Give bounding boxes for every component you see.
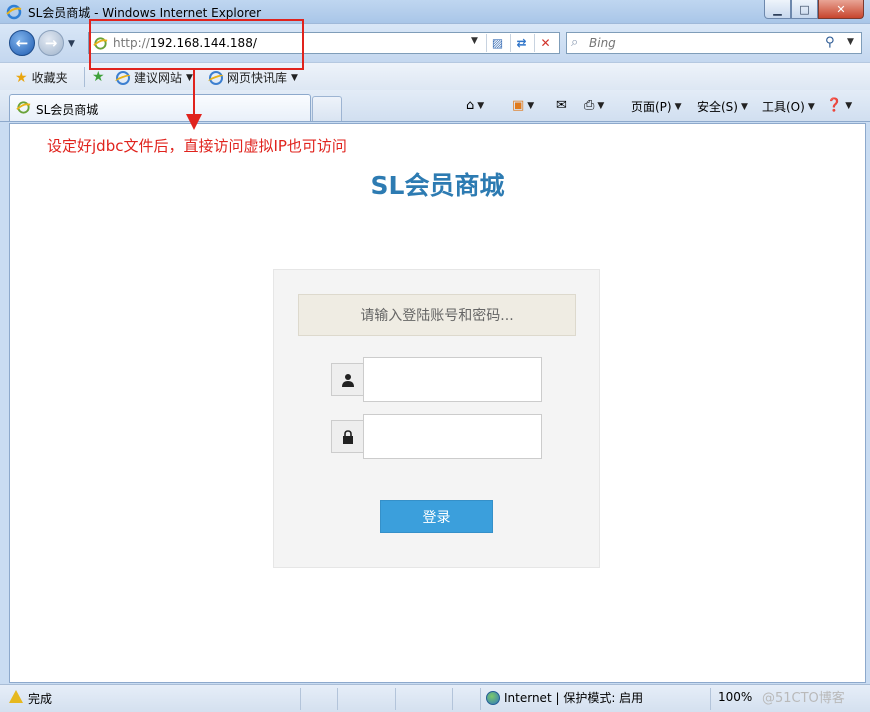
mail-icon: ✉ (556, 98, 567, 113)
favorite-item-suggested-sites[interactable]: 建议网站 ▼ (116, 69, 193, 86)
read-mail-button[interactable]: ✉ (556, 98, 567, 113)
password-row (331, 414, 543, 459)
divider (84, 67, 85, 87)
maximize-icon: □ (799, 2, 810, 16)
status-text: 完成 (28, 692, 53, 706)
user-icon (331, 363, 364, 396)
status-bar: 完成 Internet | 保护模式: 启用 100% @51CTO博客 (0, 684, 870, 712)
search-icon[interactable]: ⚲ (825, 35, 835, 50)
divider (710, 688, 711, 710)
ie-page-icon (209, 70, 223, 85)
forward-icon: → (44, 34, 58, 52)
favorites-button[interactable]: ★ 收藏夹 (15, 69, 68, 86)
chevron-down-icon: ▼ (186, 72, 193, 83)
password-input[interactable] (363, 414, 542, 459)
refresh-icon: ⇄ (516, 36, 527, 50)
zoom-level[interactable]: 100% (718, 690, 752, 704)
rss-icon: ▣ (512, 98, 525, 113)
stop-button[interactable]: ✕ (534, 34, 556, 52)
search-provider-icon: ⌕ (571, 35, 579, 50)
help-button[interactable]: ❓ ▼ (826, 98, 852, 113)
login-panel: 请输入登陆账号和密码... 登录 (273, 269, 600, 568)
annotation-arrow (193, 70, 195, 120)
username-input[interactable] (363, 357, 542, 402)
chevron-down-icon: ▼ (807, 101, 815, 112)
tab-sl-mall[interactable]: SL会员商城 (9, 94, 311, 121)
divider (452, 688, 453, 710)
chevron-down-icon: ▼ (527, 100, 535, 111)
annotation-text: 设定好jdbc文件后，直接访问虚拟IP也可访问 (47, 137, 347, 155)
chevron-down-icon: ▼ (477, 100, 485, 111)
ie-page-icon (16, 101, 31, 114)
warning-icon (9, 690, 23, 703)
print-button[interactable]: ⎙ ▼ (584, 98, 604, 113)
username-row (331, 357, 543, 402)
help-icon: ❓ (826, 98, 843, 113)
minimize-button[interactable]: ▁ (764, 0, 791, 19)
watermark: @51CTO博客 (762, 691, 845, 706)
divider (480, 688, 481, 710)
tools-menu-label: 工具(O) (762, 100, 805, 114)
annotation-highlight-box (89, 19, 304, 70)
favorites-label: 收藏夹 (31, 71, 68, 85)
chevron-down-icon: ▼ (740, 101, 748, 112)
stop-icon: ✕ (540, 36, 551, 50)
web-content: 设定好jdbc文件后，直接访问虚拟IP也可访问 SL会员商城 请输入登陆账号和密… (9, 123, 866, 683)
login-notice: 请输入登陆账号和密码... (298, 294, 576, 336)
recent-pages-dropdown[interactable]: ▼ (68, 39, 75, 49)
divider (337, 688, 338, 710)
home-icon: ⌂ (466, 98, 475, 113)
compat-view-icon: ▨ (491, 36, 504, 50)
safety-menu-label: 安全(S) (697, 100, 738, 114)
divider (300, 688, 301, 710)
page-menu[interactable]: 页面(P) ▼ (631, 98, 682, 115)
new-tab-button[interactable] (312, 96, 342, 121)
chevron-down-icon: ▼ (597, 100, 605, 111)
close-button[interactable]: ✕ (818, 0, 864, 19)
ie-page-icon (116, 70, 130, 85)
lock-icon (331, 420, 364, 453)
favorite-item-label: 建议网站 (134, 71, 183, 85)
refresh-button[interactable]: ⇄ (510, 34, 532, 52)
back-icon: ← (15, 34, 29, 52)
tab-label: SL会员商城 (36, 103, 99, 117)
home-button[interactable]: ⌂ ▼ (466, 98, 484, 113)
address-dropdown[interactable]: ▼ (471, 36, 478, 46)
chevron-down-icon: ▼ (291, 72, 298, 83)
security-zone[interactable]: Internet | 保护模式: 启用 (486, 689, 643, 706)
search-options-dropdown[interactable]: ▼ (847, 37, 854, 47)
chevron-down-icon: ▼ (674, 101, 682, 112)
forward-button[interactable]: → (38, 30, 64, 56)
search-field[interactable]: ⌕ ⚲ ▼ (566, 32, 862, 54)
globe-icon (486, 690, 500, 705)
feeds-button[interactable]: ▣ ▼ (512, 98, 534, 113)
page-title: SL会员商城 (370, 171, 505, 200)
tab-bar: SL会员商城 ⌂ ▼ ▣ ▼ ✉ ⎙ ▼ 页面(P) ▼ 安全(S) ▼ 工具(O) ▼ ❓… (0, 90, 870, 122)
divider (395, 688, 396, 710)
minimize-icon: ▁ (773, 2, 782, 16)
add-favorite-icon: ★ (92, 69, 105, 85)
ie-logo-icon (6, 4, 22, 20)
tools-menu[interactable]: 工具(O) ▼ (762, 98, 815, 115)
favorite-item-web-slice-gallery[interactable]: 网页快讯库 ▼ (209, 69, 298, 86)
star-icon: ★ (15, 69, 28, 86)
print-icon: ⎙ (584, 98, 595, 113)
compat-view-button[interactable]: ▨ (486, 34, 508, 52)
close-icon: ✕ (836, 2, 846, 16)
login-button[interactable]: 登录 (380, 500, 493, 533)
annotation-arrow-head (186, 114, 202, 130)
back-button[interactable]: ← (9, 30, 35, 56)
safety-menu[interactable]: 安全(S) ▼ (697, 98, 748, 115)
security-zone-label: Internet | 保护模式: 启用 (504, 691, 644, 705)
favorite-item-label: 网页快讯库 (227, 71, 288, 85)
add-favorite-button[interactable]: ★ (92, 69, 105, 85)
chevron-down-icon: ▼ (845, 100, 853, 111)
search-input[interactable] (589, 35, 819, 51)
page-menu-label: 页面(P) (631, 100, 672, 114)
maximize-button[interactable]: □ (791, 0, 818, 19)
